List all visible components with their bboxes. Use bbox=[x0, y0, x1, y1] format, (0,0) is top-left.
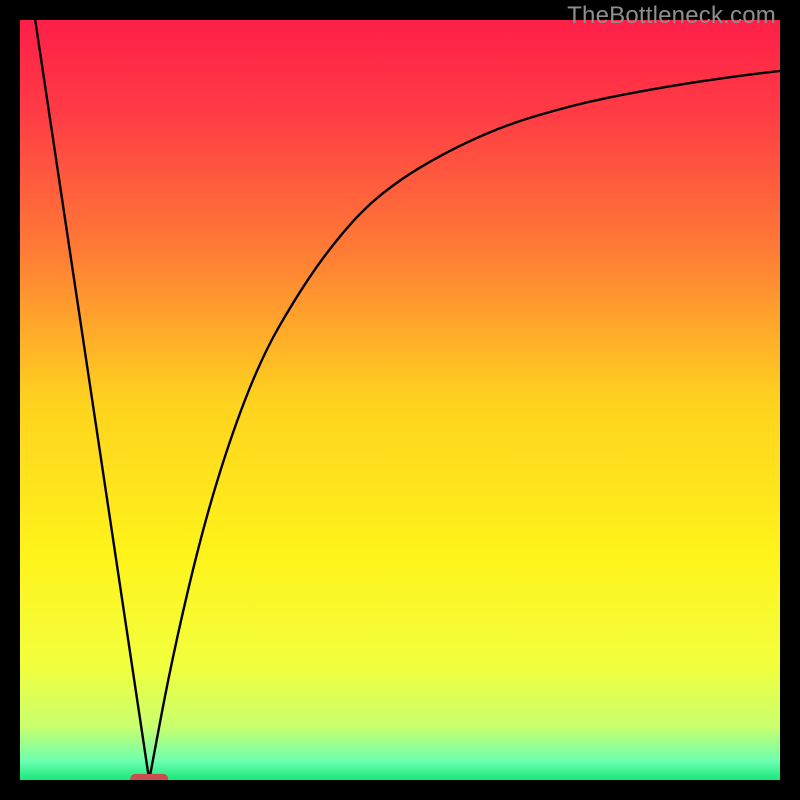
watermark-text: TheBottleneck.com bbox=[567, 2, 776, 30]
optimum-marker bbox=[130, 774, 168, 780]
bottleneck-chart bbox=[20, 20, 780, 780]
chart-frame bbox=[20, 20, 780, 780]
gradient-background bbox=[20, 20, 780, 780]
